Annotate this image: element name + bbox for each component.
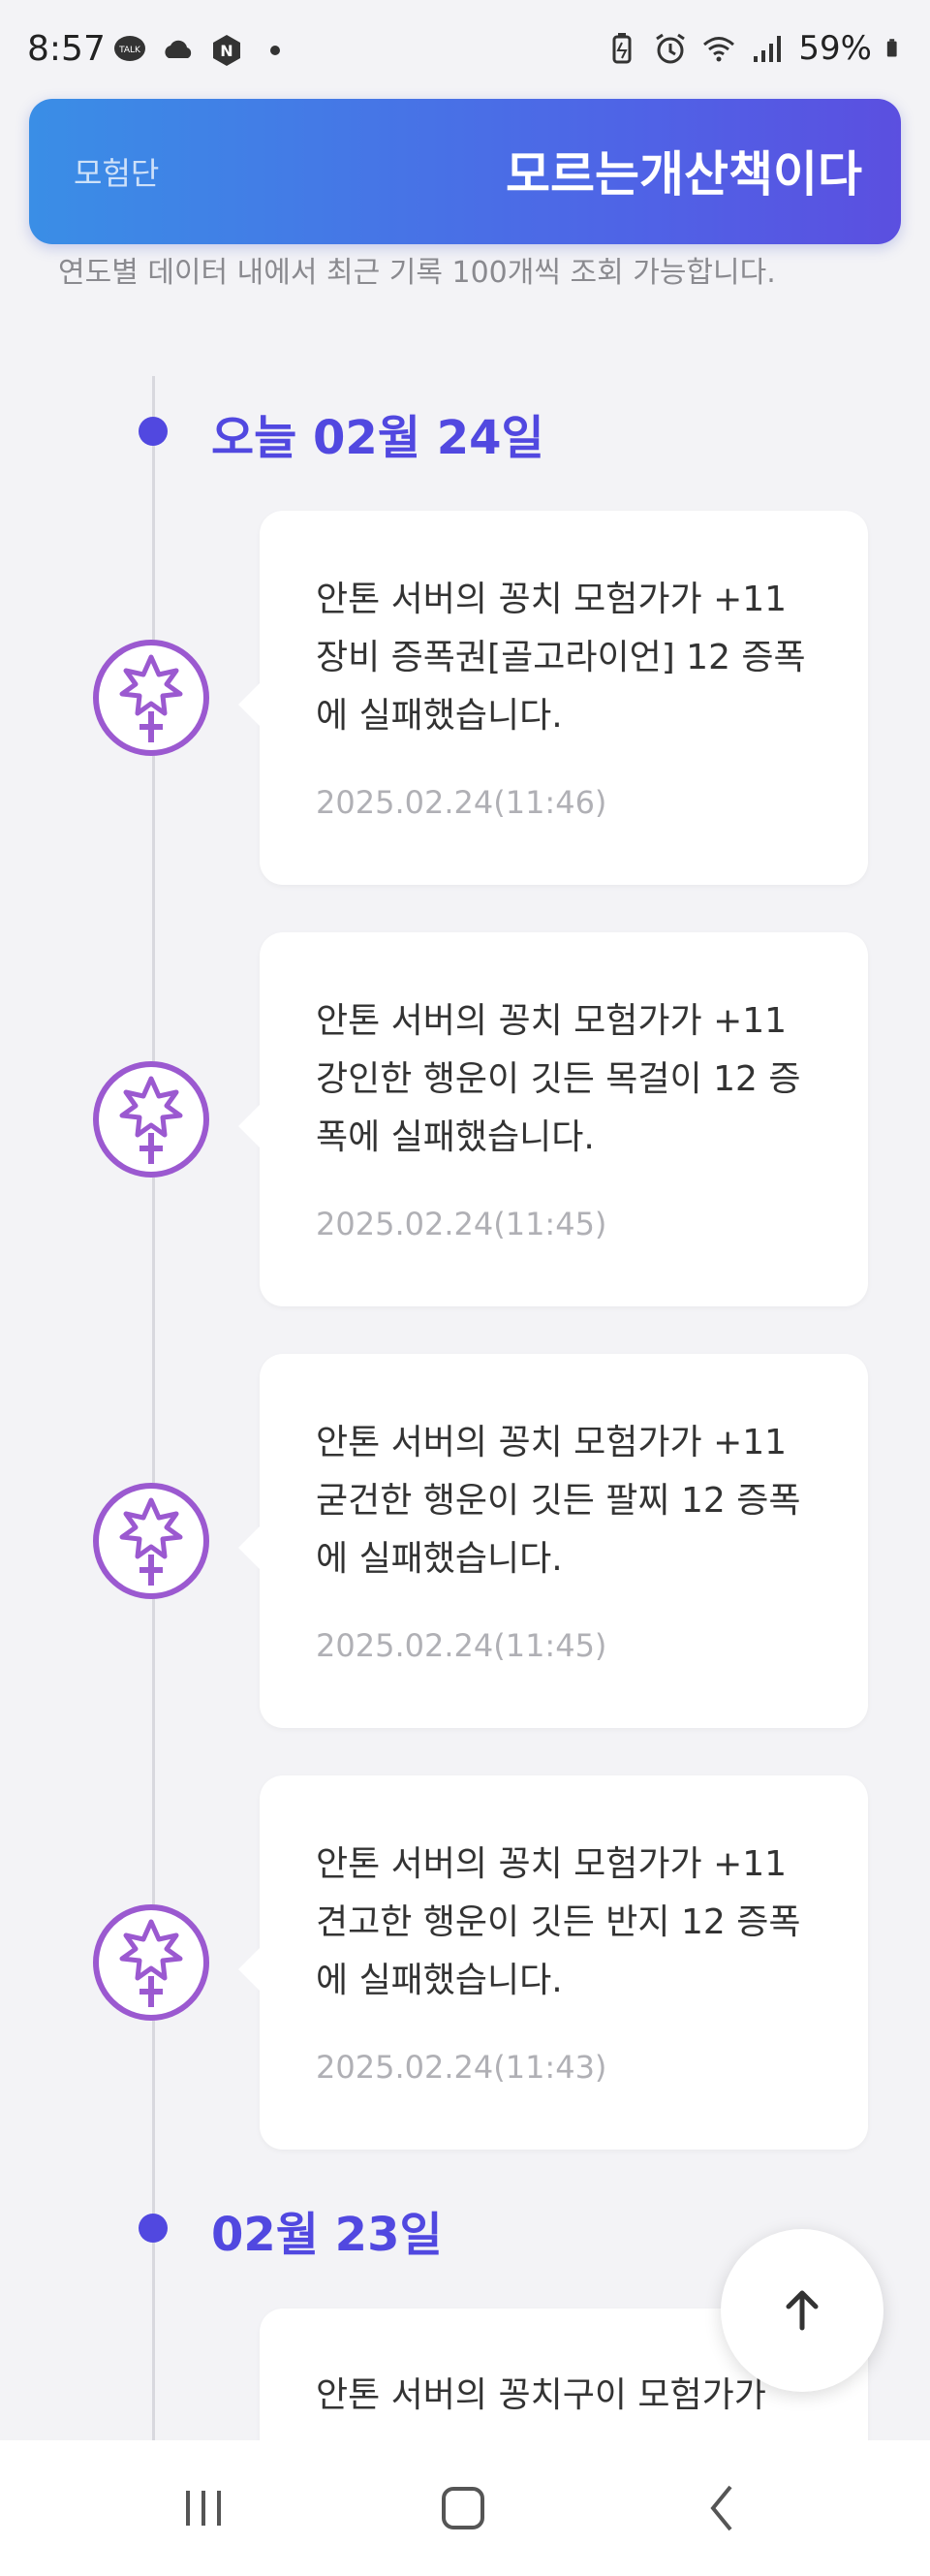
scroll-to-top-button[interactable] [721, 2229, 884, 2392]
status-time: 8:57 [27, 29, 106, 69]
history-card[interactable]: 안톤 서버의 꽁치 모험가가 +11 굳건한 행운이 깃든 팔찌 12 증폭에 … [238, 1354, 868, 1728]
alarm-icon [656, 33, 686, 64]
battery-percent: 59% [798, 29, 872, 68]
history-timestamp: 2025.02.24(11:45) [316, 1627, 607, 1664]
status-bar: 8:57 TALK N 59% [0, 0, 930, 101]
status-left-icons: TALK N [112, 33, 293, 68]
svg-text:TALK: TALK [118, 46, 141, 55]
date-heading: 오늘 02월 24일 [211, 411, 544, 465]
battery-saver-icon [612, 33, 632, 64]
history-message: 안톤 서버의 꽁치 모험가가 +11 견고한 행운이 깃든 반지 12 증폭에 … [316, 1844, 801, 2000]
character-emblem-icon [93, 1061, 209, 1178]
wifi-icon [703, 37, 735, 62]
n-icon: N [213, 35, 240, 66]
history-timestamp: 2025.02.24(11:46) [316, 784, 607, 821]
history-timestamp: 2025.02.24(11:43) [316, 2049, 607, 2086]
character-emblem-icon [93, 640, 209, 756]
status-right: 59% [604, 29, 907, 68]
svg-text:N: N [220, 42, 232, 60]
home-icon[interactable] [424, 2479, 502, 2537]
character-emblem-icon [93, 1904, 209, 2021]
signal-icon [754, 36, 782, 62]
system-navigation-bar [0, 2440, 930, 2576]
talk-icon: TALK [114, 36, 145, 61]
info-note: 연도별 데이터 내에서 최근 기록 100개씩 조회 가능합니다. [58, 256, 776, 290]
banner-label: 모험단 [74, 155, 160, 192]
history-message: 안톤 서버의 꽁치 모험가가 +11 강인한 행운이 깃든 목걸이 12 증폭에… [316, 1001, 801, 1157]
history-card[interactable]: 안톤 서버의 꽁치 모험가가 +11 장비 증폭권[골고라이언] 12 증폭에 … [238, 511, 868, 885]
timeline-date-dot [139, 2214, 168, 2243]
history-message: 안톤 서버의 꽁치 모험가가 +11 장비 증폭권[골고라이언] 12 증폭에 … [316, 580, 806, 736]
dot-icon [270, 46, 280, 55]
adventure-team-banner[interactable]: 모험단 모르는개산책이다 [29, 99, 901, 244]
history-card[interactable]: 안톤 서버의 꽁치 모험가가 +11 견고한 행운이 깃든 반지 12 증폭에 … [238, 1775, 868, 2150]
recent-apps-icon[interactable] [165, 2479, 242, 2537]
back-icon[interactable] [684, 2479, 761, 2537]
banner-team-name: 모르는개산책이다 [506, 146, 862, 203]
history-card[interactable]: 안톤 서버의 꽁치 모험가가 +11 강인한 행운이 깃든 목걸이 12 증폭에… [238, 932, 868, 1306]
battery-icon [886, 39, 897, 57]
cloud-icon [165, 40, 192, 58]
history-message: 안톤 서버의 꽁치 모험가가 +11 굳건한 행운이 깃든 팔찌 12 증폭에 … [316, 1423, 801, 1579]
arrow-up-icon [786, 2290, 819, 2331]
date-heading: 02월 23일 [211, 2208, 443, 2262]
timeline-date-dot [139, 417, 168, 446]
character-emblem-icon [93, 1483, 209, 1599]
history-timestamp: 2025.02.24(11:45) [316, 1206, 607, 1242]
